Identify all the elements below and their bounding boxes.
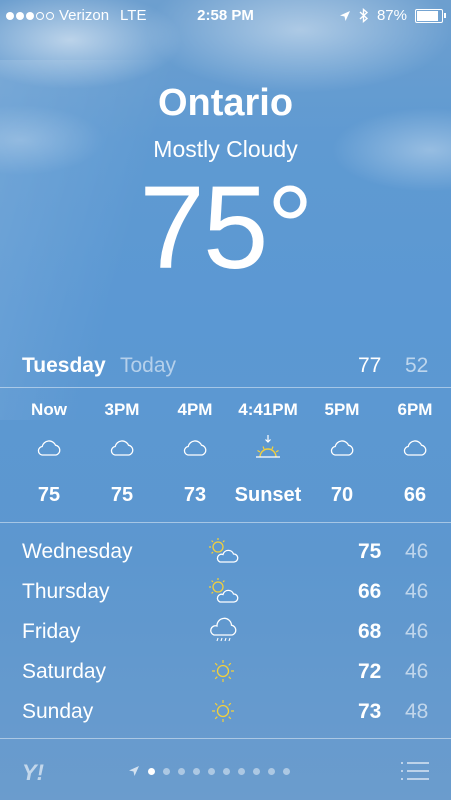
hourly-item: 5PM 70 xyxy=(302,400,382,507)
forecast-low: 46 xyxy=(405,660,429,683)
page-dot[interactable] xyxy=(148,767,155,775)
hourly-time: 4:41PM xyxy=(238,400,298,419)
forecast-day: Thursday xyxy=(22,580,110,603)
list-item: Wednesday 75 46 xyxy=(0,534,451,574)
sunset-icon xyxy=(228,424,308,472)
bluetooth-icon xyxy=(359,8,369,23)
list-item: Sunday 73 48 xyxy=(0,694,451,734)
yahoo-logo-button[interactable]: Y! xyxy=(22,760,44,786)
today-summary-row: Tuesday Today 77 52 xyxy=(0,346,451,386)
battery-percent: 87% xyxy=(376,7,407,24)
weather-condition: Mostly Cloudy xyxy=(153,136,298,162)
forecast-day: Sunday xyxy=(22,700,94,723)
forecast-low: 48 xyxy=(405,700,429,723)
forecast-day: Friday xyxy=(22,620,81,643)
cloud-icon xyxy=(302,424,382,472)
hourly-temp: 70 xyxy=(330,484,354,506)
hourly-forecast[interactable]: Now 75 3PM 75 4PM 73 4:41PM Sunset 5PM 7… xyxy=(0,400,451,520)
hourly-item: 3PM 75 xyxy=(82,400,162,507)
list-menu-icon[interactable] xyxy=(399,759,431,783)
city-name: Ontario xyxy=(157,82,294,124)
today-label: Today xyxy=(120,354,177,377)
battery-icon xyxy=(415,8,446,23)
daily-forecast[interactable]: Wednesday 75 46 Thursday 66 46 Friday 68… xyxy=(0,534,451,734)
status-bar: Verizon LTE 2:58 PM 87% xyxy=(0,0,451,32)
hourly-time: Now xyxy=(31,400,67,419)
partly-cloudy-icon xyxy=(209,538,239,563)
divider xyxy=(0,522,451,523)
hourly-item: 4:41PM Sunset xyxy=(228,400,308,507)
hourly-time: 5PM xyxy=(324,400,360,419)
rain-cloud-icon xyxy=(210,617,237,642)
page-dot[interactable] xyxy=(223,767,230,775)
page-dot[interactable] xyxy=(268,767,275,775)
forecast-day: Saturday xyxy=(22,660,107,683)
hourly-temp: 75 xyxy=(37,484,61,506)
bottom-toolbar: Y! xyxy=(0,745,451,800)
hourly-temp: 73 xyxy=(183,484,207,506)
page-dot[interactable] xyxy=(253,767,260,775)
page-dot[interactable] xyxy=(193,767,200,775)
forecast-high: 72 xyxy=(358,660,382,683)
page-control[interactable] xyxy=(128,765,290,777)
hourly-temp: 66 xyxy=(403,484,427,506)
hourly-time: 4PM xyxy=(177,400,213,419)
list-item: Friday 68 46 xyxy=(0,614,451,654)
page-dot[interactable] xyxy=(178,767,185,775)
forecast-high: 66 xyxy=(358,580,382,603)
hourly-item: 6PM 66 xyxy=(375,400,451,507)
status-right: 87% xyxy=(339,7,446,24)
forecast-high: 68 xyxy=(358,620,382,643)
cloud-icon xyxy=(375,424,451,472)
list-item: Thursday 66 46 xyxy=(0,574,451,614)
cloud-icon xyxy=(9,424,89,472)
forecast-high: 75 xyxy=(358,540,382,563)
sun-icon xyxy=(212,660,234,682)
divider xyxy=(0,387,451,388)
page-dot[interactable] xyxy=(208,767,215,775)
list-item: Saturday 72 46 xyxy=(0,654,451,694)
hourly-item: Now 75 xyxy=(9,400,89,507)
location-arrow-icon xyxy=(129,766,139,776)
partly-cloudy-icon xyxy=(209,578,239,603)
hourly-time: 3PM xyxy=(104,400,140,419)
divider xyxy=(0,738,451,739)
hourly-item: 4PM 73 xyxy=(155,400,235,507)
forecast-low: 46 xyxy=(405,540,429,563)
current-temperature: 75° xyxy=(139,162,313,294)
forecast-day: Wednesday xyxy=(22,540,133,563)
location-arrow-icon xyxy=(339,10,350,21)
hourly-temp: Sunset xyxy=(234,484,302,506)
forecast-low: 46 xyxy=(405,580,429,603)
page-dot[interactable] xyxy=(283,767,290,775)
forecast-high: 73 xyxy=(358,700,382,723)
cloud-icon xyxy=(155,424,235,472)
hourly-time: 6PM xyxy=(397,400,433,419)
today-low: 52 xyxy=(405,354,429,377)
today-day-name: Tuesday xyxy=(22,354,106,377)
today-high: 77 xyxy=(358,354,382,377)
page-dot[interactable] xyxy=(238,767,245,775)
page-dot[interactable] xyxy=(163,767,170,775)
cloud-icon xyxy=(82,424,162,472)
hourly-temp: 75 xyxy=(110,484,134,506)
sun-icon xyxy=(212,700,234,722)
forecast-low: 46 xyxy=(405,620,429,643)
